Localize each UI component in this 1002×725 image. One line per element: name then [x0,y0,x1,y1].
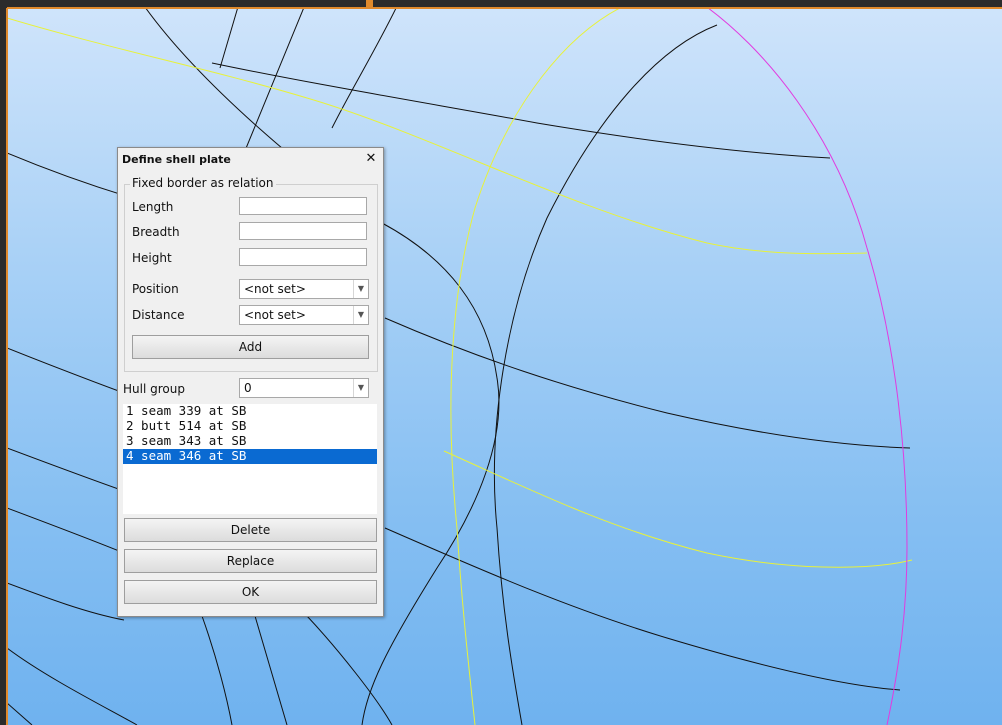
distance-select[interactable]: <not set> ▼ [239,305,369,325]
list-item[interactable]: 4 seam 346 at SB [123,449,377,464]
distance-label: Distance [132,308,185,322]
hull-curve [7,507,125,554]
hull-curve [201,615,233,725]
hull-curve [7,582,125,621]
hull-group-value: 0 [244,381,252,395]
dialog-title: Define shell plate [122,153,231,166]
list-item[interactable]: 2 butt 514 at SB [123,419,377,434]
length-label: Length [132,200,174,214]
close-icon[interactable]: ✕ [362,150,380,168]
height-input[interactable] [239,248,367,266]
list-item[interactable]: 1 seam 339 at SB [123,404,377,419]
add-button[interactable]: Add [132,335,369,359]
viewport-border-left [6,8,8,725]
hull-curve [493,24,718,725]
hull-curve [254,615,288,725]
ok-button[interactable]: OK [124,580,377,604]
position-value: <not set> [244,282,306,296]
plate-boundary [707,8,908,725]
seam-line [443,450,913,568]
delete-button[interactable]: Delete [124,518,377,542]
viewport-border-top [7,7,1002,9]
groupbox-title: Fixed border as relation [130,176,276,190]
distance-value: <not set> [244,308,306,322]
chevron-down-icon: ▼ [353,379,368,397]
chevron-down-icon: ▼ [353,280,368,298]
list-item[interactable]: 3 seam 343 at SB [123,434,377,449]
hull-curve [7,447,125,492]
hull-curve [331,8,397,129]
hull-group-select[interactable]: 0 ▼ [239,378,369,398]
breadth-label: Breadth [132,225,180,239]
replace-button[interactable]: Replace [124,549,377,573]
height-label: Height [132,251,172,265]
relation-list[interactable]: 1 seam 339 at SB 2 butt 514 at SB 3 seam… [123,404,377,514]
length-input[interactable] [239,197,367,215]
hull-curve [7,347,125,394]
chevron-down-icon: ▼ [353,306,368,324]
hull-group-label: Hull group [123,382,185,396]
hull-curve [211,62,831,159]
define-shell-plate-dialog: Define shell plate ✕ Fixed border as rel… [117,147,384,617]
hull-curve [219,8,239,69]
position-select[interactable]: <not set> ▼ [239,279,369,299]
position-label: Position [132,282,179,296]
hull-curve [7,702,33,725]
hull-curve [241,8,305,159]
hull-curve [7,647,138,725]
hull-curve [384,317,911,449]
viewport-border-tab [366,0,373,8]
hull-curve [384,527,901,691]
breadth-input[interactable] [239,222,367,240]
